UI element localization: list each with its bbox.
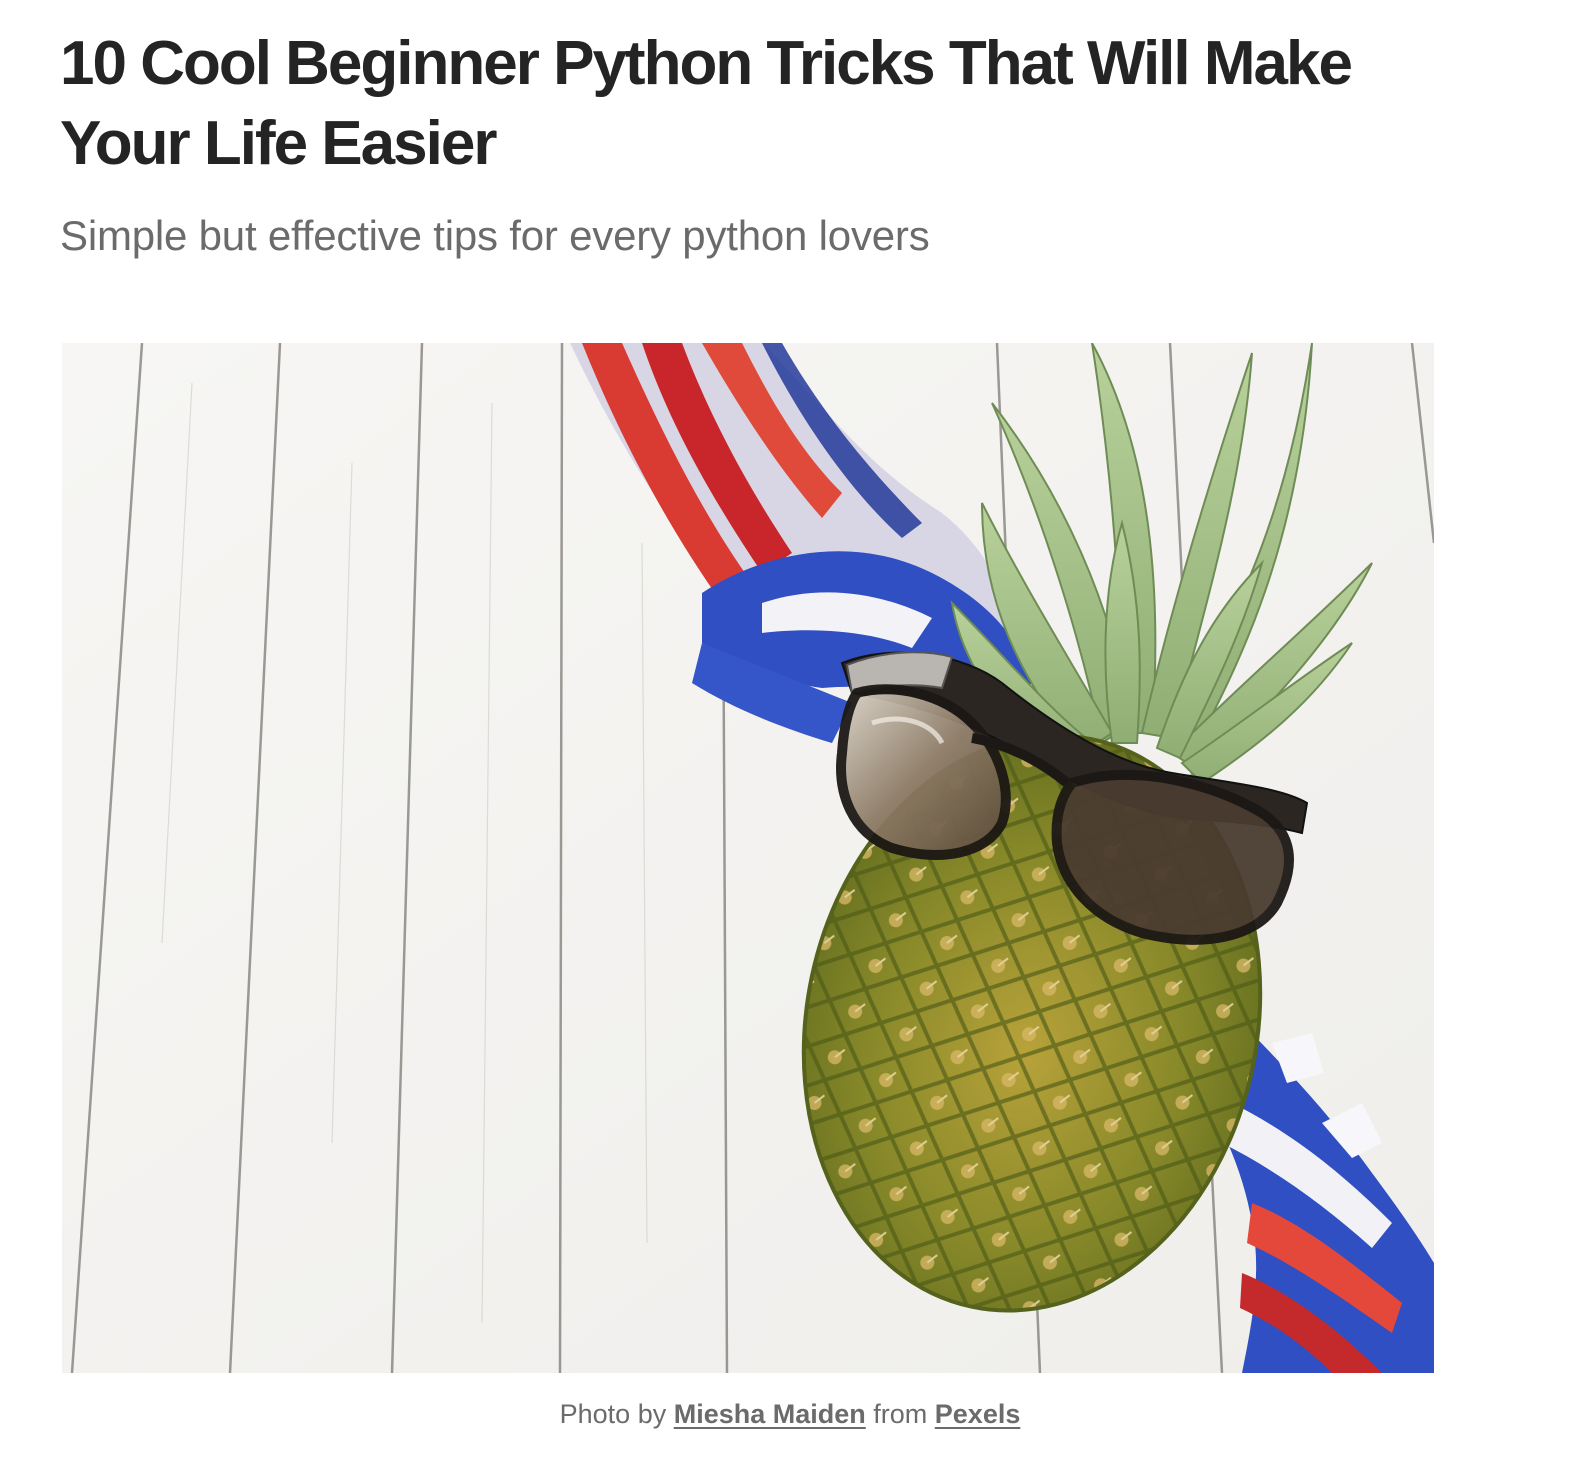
pexels-link[interactable]: Pexels [935,1399,1021,1429]
image-caption: Photo by Miesha Maiden from Pexels [0,1394,1580,1434]
caption-middle: from [865,1399,935,1429]
photographer-link[interactable]: Miesha Maiden [674,1399,866,1429]
article-header: 10 Cool Beginner Python Tricks That Will… [60,24,1480,262]
caption-prefix: Photo by [559,1399,674,1429]
article-title: 10 Cool Beginner Python Tricks That Will… [60,29,1353,178]
hero-image [62,343,1434,1373]
article-subtitle: Simple but effective tips for every pyth… [60,212,930,259]
pineapple-photo [62,343,1434,1373]
